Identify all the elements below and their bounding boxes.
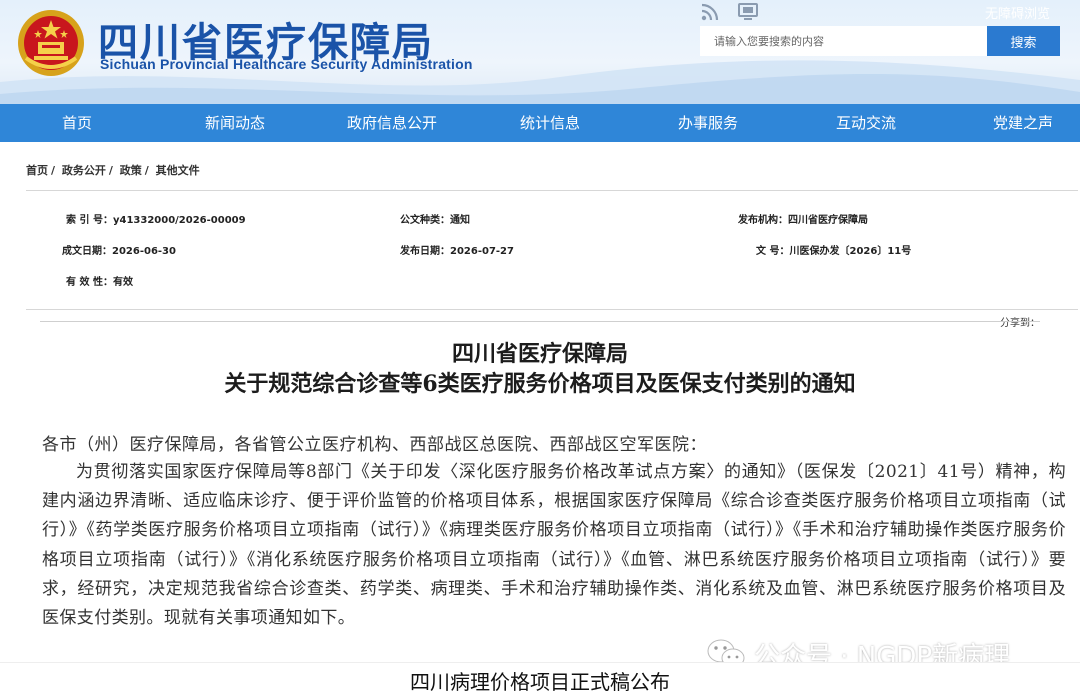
meta-value: 2026-07-27 (450, 246, 514, 257)
meta-publish-date: 发布日期：2026-07-27 (400, 242, 514, 257)
article-title-main: 关于规范综合诊查等6类医疗服务价格项目及医保支付类别的通知 (224, 371, 856, 397)
national-emblem-icon (18, 10, 84, 76)
breadcrumb: 首页 / 政务公开 / 政策 / 其他文件 (26, 162, 203, 178)
meta-value: 通知 (450, 215, 470, 226)
nav-item-gov-info[interactable]: 政府信息公开 (347, 104, 437, 142)
meta-label: 有 效 性： (66, 277, 113, 288)
nav-item-interaction[interactable]: 互动交流 (836, 104, 896, 142)
meta-value: 川医保办发〔2026〕11号 (789, 246, 912, 257)
meta-label: 索 引 号： (66, 215, 113, 226)
monitor-icon[interactable] (737, 2, 759, 22)
meta-value: 四川省医疗保障局 (788, 215, 868, 226)
nav-item-news[interactable]: 新闻动态 (205, 104, 265, 142)
article-salutation: 各市（州）医疗保障局，各省管公立医疗机构、西部战区总医院、西部战区空军医院： (42, 435, 707, 455)
rss-icon[interactable] (700, 2, 720, 22)
meta-label: 发布机构： (738, 215, 788, 226)
search-input[interactable] (700, 26, 987, 56)
meta-index-no: 索 引 号：y41332000/2026-00009 (66, 211, 246, 226)
article-body-paragraph: 为贯彻落实国家医疗保障局等8部门《关于印发〈深化医疗服务价格改革试点方案〉的通知… (42, 462, 1066, 629)
meta-doc-number: 文 号：川医保办发〔2026〕11号 (756, 242, 911, 257)
divider (40, 321, 1040, 322)
image-caption: 四川病理价格项目正式稿公布 (0, 662, 1080, 700)
meta-created-date: 成文日期：2026-06-30 (62, 242, 176, 257)
meta-label: 文 号： (756, 246, 790, 257)
meta-validity: 有 效 性：有效 (66, 273, 133, 288)
meta-label: 公文种类： (400, 215, 450, 226)
nav-item-party[interactable]: 党建之声 (993, 104, 1053, 142)
breadcrumb-separator: / (108, 164, 113, 177)
nav-item-home[interactable]: 首页 (62, 104, 92, 142)
nav-item-services[interactable]: 办事服务 (678, 104, 738, 142)
article-title-publisher: 四川省医疗保障局 (451, 341, 628, 367)
accessible-browse-link[interactable]: 无障碍浏览 (985, 3, 1050, 22)
site-title-en: Sichuan Provincial Healthcare Security A… (100, 56, 473, 72)
nav-item-statistics[interactable]: 统计信息 (520, 104, 580, 142)
meta-doc-type: 公文种类：通知 (400, 211, 470, 226)
meta-label: 成文日期： (62, 246, 112, 257)
breadcrumb-item-home[interactable]: 首页 (26, 164, 48, 177)
meta-value: 2026-06-30 (112, 246, 176, 257)
meta-label: 发布日期： (400, 246, 450, 257)
meta-publisher: 发布机构：四川省医疗保障局 (738, 211, 868, 226)
breadcrumb-item-public-affairs[interactable]: 政务公开 (62, 164, 106, 177)
breadcrumb-separator: / (144, 164, 149, 177)
site-header: 四川省医疗保障局 Sichuan Provincial Healthcare S… (0, 0, 1080, 104)
meta-value: y41332000/2026-00009 (112, 215, 246, 226)
meta-value: 有效 (112, 277, 133, 288)
main-nav: 首页 新闻动态 政府信息公开 统计信息 办事服务 互动交流 党建之声 (0, 104, 1080, 142)
breadcrumb-separator: / (51, 164, 56, 177)
document-meta-box: 索 引 号：y41332000/2026-00009 公文种类：通知 发布机构：… (26, 190, 1078, 310)
breadcrumb-item-other-files[interactable]: 其他文件 (156, 164, 200, 177)
search-button[interactable]: 搜索 (987, 26, 1060, 56)
breadcrumb-item-policy[interactable]: 政策 (120, 164, 142, 177)
